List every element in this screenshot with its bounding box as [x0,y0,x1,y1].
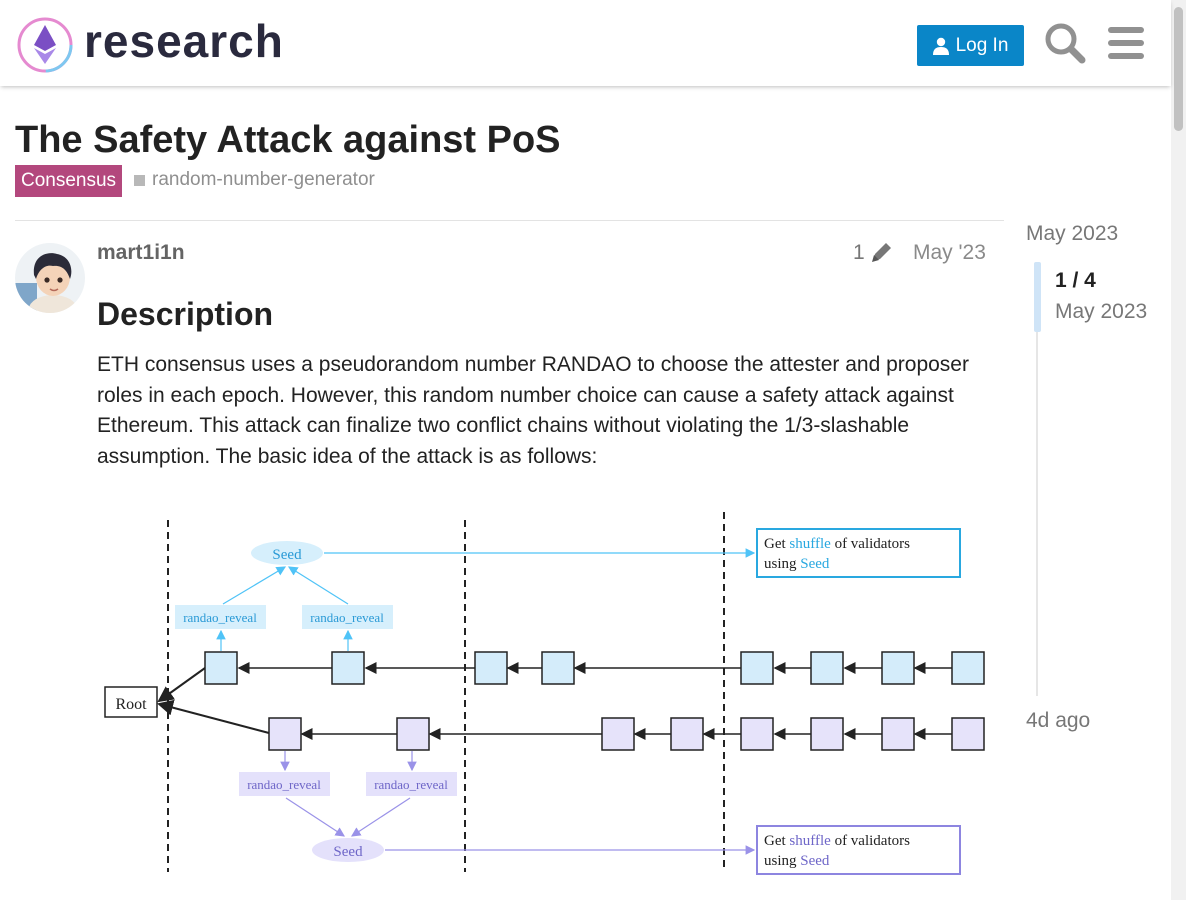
timeline-position-date: May 2023 [1055,300,1148,323]
upper-block [541,651,575,685]
topic-title[interactable]: The Safety Attack against PoS [15,119,561,162]
tag-square-icon [134,174,145,186]
upper-block [204,651,238,685]
tag-label: random-number-generator [152,169,375,190]
lower-block [396,717,430,751]
lower-block [601,717,635,751]
upper-block [331,651,365,685]
timeline-position: 1 / 4 [1055,269,1096,292]
shuffle-box-upper-line1: Get shuffle of validators [764,536,910,552]
lower-block [881,717,915,751]
timeline-handle[interactable] [1034,262,1041,332]
attack-diagram[interactable]: Root randao_reveal randao_reveal randao_… [97,503,989,883]
lower-block [268,717,302,751]
upper-block [810,651,844,685]
shuffle-box-lower-line1: Get shuffle of validators [764,833,910,849]
timeline-end-date[interactable]: 4d ago [1026,709,1090,733]
root-node-label: Root [115,696,147,713]
page-scrollbar[interactable] [1171,0,1186,900]
login-button[interactable]: Log In [917,25,1024,66]
hamburger-menu-icon[interactable] [1103,20,1149,66]
lower-block [951,717,985,751]
brand-name[interactable]: research [84,14,284,68]
search-icon[interactable] [1042,20,1088,66]
edit-history-button[interactable]: 1 [853,241,895,265]
topic-tag[interactable]: random-number-generator [134,169,375,191]
user-icon [932,37,949,55]
timeline-start-date[interactable]: May 2023 [1026,222,1118,246]
edit-count: 1 [853,241,865,264]
post-date[interactable]: May '23 [913,241,986,265]
pencil-icon [871,243,891,262]
shuffle-box-lower-line2: using Seed [764,853,830,869]
upper-block [951,651,985,685]
post-body: ETH consensus uses a pseudorandom number… [97,353,969,468]
post-heading: Description [97,296,274,332]
randao-reveal-upper-1: randao_reveal [183,610,257,625]
scrollbar-thumb[interactable] [1174,7,1183,131]
lower-block [740,717,774,751]
logo-icon[interactable] [16,16,74,74]
site-header: research Log In [0,0,1171,86]
lower-block [670,717,704,751]
randao-reveal-lower-2: randao_reveal [374,777,448,792]
lower-block [810,717,844,751]
upper-block [474,651,508,685]
randao-reveal-upper-2: randao_reveal [310,610,384,625]
category-badge[interactable]: Consensus [15,165,123,197]
post-username[interactable]: mart1i1n [97,241,185,265]
login-label: Log In [955,34,1009,56]
avatar[interactable] [15,243,85,313]
shuffle-box-upper-line2: using Seed [764,556,830,572]
upper-block [881,651,915,685]
seed-upper: Seed [272,547,302,563]
upper-block [740,651,774,685]
divider [15,220,1004,221]
seed-lower: Seed [333,844,363,860]
randao-reveal-lower-1: randao_reveal [247,777,321,792]
